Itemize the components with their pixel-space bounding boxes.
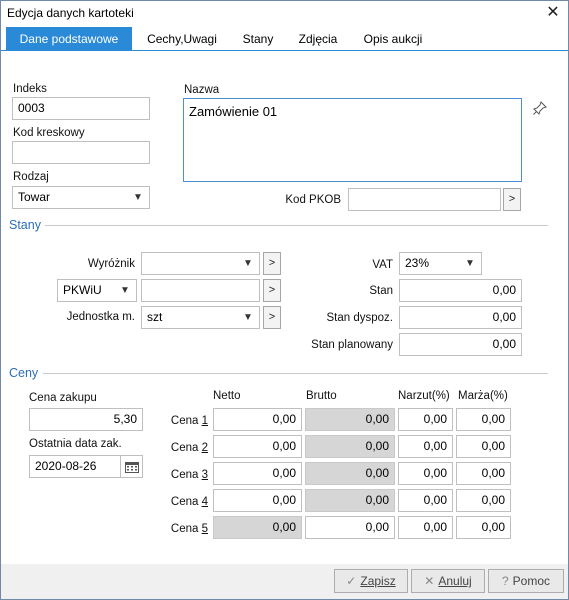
wyroznik-select-button[interactable]: > (263, 252, 281, 275)
help-button[interactable]: ? Pomoc (488, 569, 564, 593)
jednostka-select[interactable]: szt ▼ (141, 306, 260, 329)
pkwiu-select-value: PKWiU (63, 283, 102, 297)
cancel-button-label: Anuluj (438, 574, 472, 588)
pkwiu-input[interactable] (141, 279, 260, 302)
dialog-footer: ✓ Zapisz ✕ Anuluj ? Pomoc (1, 564, 568, 599)
tab-stany[interactable]: Stany (236, 27, 280, 51)
calendar-icon[interactable] (120, 456, 142, 477)
chevron-down-icon: ▼ (133, 192, 143, 203)
col-header-netto: Netto (213, 390, 241, 402)
ceny-section-title: Ceny (9, 366, 39, 380)
kod-kreskowy-label: Kod kreskowy (13, 127, 85, 139)
kod-pkob-select-button[interactable]: > (503, 188, 521, 211)
cena-5-narzut[interactable]: 0,00 (398, 516, 453, 539)
chevron-down-icon: ▼ (120, 285, 130, 296)
rodzaj-value: Towar (18, 190, 51, 204)
cena-2-brutto: 0,00 (305, 435, 395, 458)
cena-4-narzut[interactable]: 0,00 (398, 489, 453, 512)
vat-value: 23% (405, 256, 430, 270)
tab-bar: Dane podstawowe Cechy,Uwagi Stany Zdjęci… (1, 27, 568, 51)
rodzaj-select[interactable]: Towar ▼ (12, 186, 150, 209)
cena-5-netto: 0,00 (213, 516, 302, 539)
kod-kreskowy-input[interactable] (12, 141, 150, 164)
vat-select[interactable]: 23% ▼ (399, 252, 482, 275)
save-button-label: Zapisz (360, 574, 396, 588)
stan-dyspoz-label: Stan dyspoz. (326, 312, 393, 324)
cena-row-label: Cena 4 (170, 496, 208, 508)
cena-4-marza[interactable]: 0,00 (456, 489, 511, 512)
tab-underline (1, 50, 568, 51)
stan-dyspoz-input[interactable]: 0,00 (399, 306, 522, 329)
checkmark-icon: ✓ (346, 574, 357, 588)
ceny-divider (43, 373, 548, 374)
stany-section-title: Stany (9, 218, 41, 232)
cena-2-netto[interactable]: 0,00 (213, 435, 302, 458)
cena-1-marza[interactable]: 0,00 (456, 408, 511, 431)
stany-divider (45, 225, 548, 226)
cena-zakupu-label: Cena zakupu (29, 392, 97, 404)
cena-1-netto[interactable]: 0,00 (213, 408, 302, 431)
help-icon: ? (501, 574, 509, 588)
cena-zakupu-input[interactable]: 5,30 (29, 408, 143, 431)
ostatnia-data-input[interactable]: 2020-08-26 (29, 455, 143, 478)
pkwiu-select[interactable]: PKWiU ▼ (57, 279, 137, 302)
tab-opis-aukcji[interactable]: Opis aukcji (356, 27, 430, 51)
cena-5-marza[interactable]: 0,00 (456, 516, 511, 539)
wyroznik-select[interactable]: ▼ (141, 252, 260, 275)
stan-planowany-input[interactable]: 0,00 (399, 333, 522, 356)
cena-1-narzut[interactable]: 0,00 (398, 408, 453, 431)
cena-row-label: Cena 1 (170, 415, 208, 427)
cena-1-brutto: 0,00 (305, 408, 395, 431)
help-button-label: Pomoc (512, 574, 551, 588)
chevron-down-icon: ▼ (243, 312, 253, 323)
tab-dane-podstawowe[interactable]: Dane podstawowe (6, 27, 132, 51)
cena-3-netto[interactable]: 0,00 (213, 462, 302, 485)
close-icon[interactable]: ✕ (542, 3, 564, 23)
stan-input[interactable]: 0,00 (399, 279, 522, 302)
pkwiu-select-button[interactable]: > (263, 279, 281, 302)
jednostka-value: szt (147, 310, 163, 324)
indeks-input[interactable]: 0003 (12, 97, 150, 120)
cena-row-label: Cena 2 (170, 442, 208, 454)
wyroznik-label: Wyróżnik (87, 258, 135, 270)
cena-row-label: Cena 5 (170, 523, 208, 535)
kod-pkob-label: Kod PKOB (285, 194, 341, 206)
cena-3-narzut[interactable]: 0,00 (398, 462, 453, 485)
cena-4-netto[interactable]: 0,00 (213, 489, 302, 512)
tab-zdjecia[interactable]: Zdjęcia (291, 27, 345, 51)
save-button[interactable]: ✓ Zapisz (334, 569, 408, 593)
cena-row-label: Cena 3 (170, 469, 208, 481)
window-title: Edycja danych kartoteki (7, 6, 134, 20)
col-header-brutto: Brutto (306, 390, 337, 402)
nazwa-label: Nazwa (184, 84, 220, 96)
vat-label: VAT (372, 259, 393, 271)
jednostka-label: Jednostka m. (66, 311, 135, 323)
cena-3-brutto: 0,00 (305, 462, 395, 485)
cena-2-narzut[interactable]: 0,00 (398, 435, 453, 458)
chevron-down-icon: ▼ (465, 258, 475, 269)
col-header-marza: Marża(%) (458, 390, 508, 402)
nazwa-textarea[interactable]: Zamówienie 01 (183, 98, 522, 182)
cena-2-marza[interactable]: 0,00 (456, 435, 511, 458)
stan-planowany-label: Stan planowany (311, 339, 393, 351)
tab-cechy-uwagi[interactable]: Cechy,Uwagi (139, 27, 225, 51)
chevron-down-icon: ▼ (243, 258, 253, 269)
stan-label: Stan (369, 285, 393, 297)
jednostka-select-button[interactable]: > (263, 306, 281, 329)
ostatnia-data-value: 2020-08-26 (35, 459, 97, 473)
ostatnia-data-label: Ostatnia data zak. (29, 438, 122, 450)
dialog-window: Edycja danych kartoteki ✕ Dane podstawow… (0, 0, 569, 600)
col-header-narzut: Narzut(%) (398, 390, 450, 402)
close-icon: ✕ (424, 574, 435, 588)
cena-4-brutto: 0,00 (305, 489, 395, 512)
cena-5-brutto[interactable]: 0,00 (305, 516, 395, 539)
cena-3-marza[interactable]: 0,00 (456, 462, 511, 485)
cancel-button[interactable]: ✕ Anuluj (411, 569, 485, 593)
rodzaj-label: Rodzaj (13, 171, 49, 183)
kod-pkob-input[interactable] (348, 188, 501, 211)
indeks-label: Indeks (13, 83, 47, 95)
pin-icon[interactable] (532, 100, 548, 116)
